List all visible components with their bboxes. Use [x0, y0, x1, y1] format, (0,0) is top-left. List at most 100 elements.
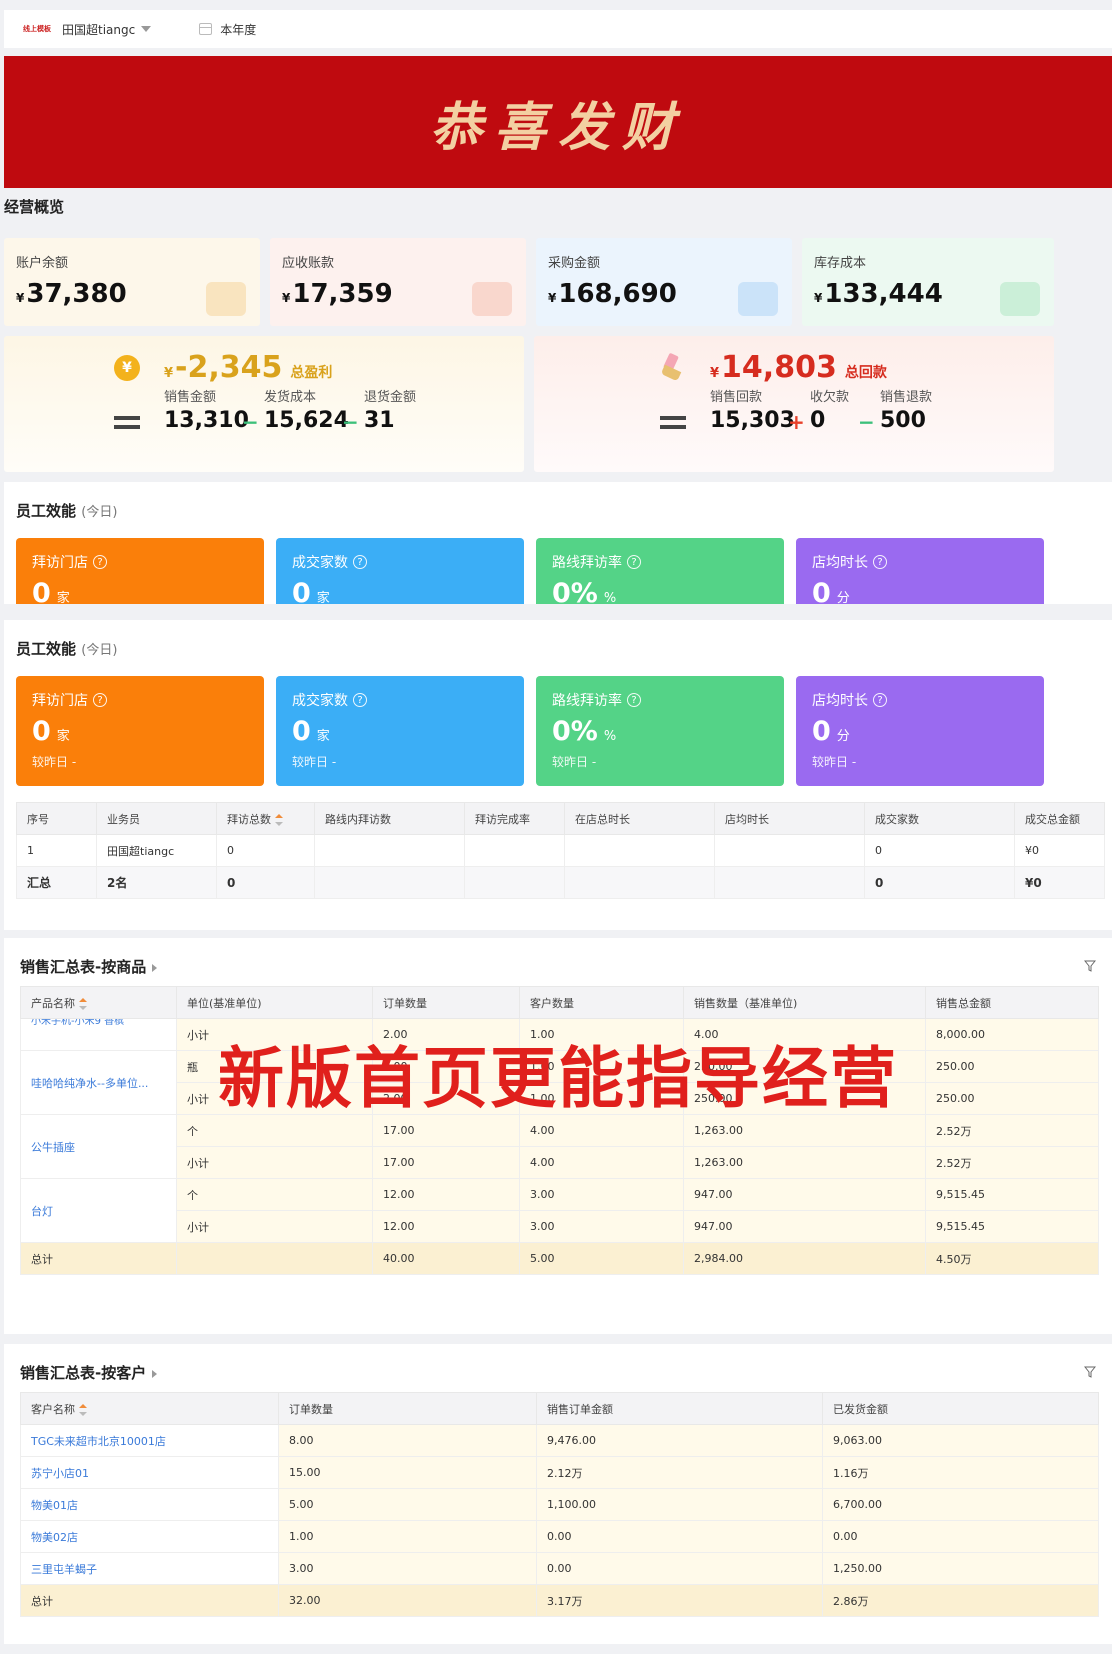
help-icon[interactable]: ? — [627, 693, 641, 707]
banner-text: 恭喜发财 — [429, 96, 686, 158]
table-cell — [564, 866, 715, 899]
shipping-cost-value: 15,624 — [264, 408, 349, 433]
customer-name-link[interactable]: 物美02店 — [20, 1520, 279, 1553]
table-cell: 田国超tiangc — [96, 834, 217, 867]
column-header: 销售数量（基准单位) — [683, 986, 926, 1019]
table-cell: 250.00 — [925, 1050, 1099, 1083]
period-selector[interactable]: 本年度 — [199, 21, 256, 38]
customer-name-link[interactable]: TGC未来超市北京10001店 — [20, 1424, 279, 1457]
sales-by-product-table: 产品名称 单位(基准单位) 订单数量 客户数量 销售数量（基准单位) 销售总金额 小米手机… — [20, 986, 1099, 1275]
staff-metric-card[interactable]: 成交家数? 0 家 — [276, 538, 524, 604]
product-name-link[interactable]: 台灯 — [20, 1178, 177, 1243]
staff-metric-card[interactable]: 店均时长? 0 分 — [796, 538, 1044, 604]
sales-by-customer-title[interactable]: 销售汇总表-按客户 — [20, 1362, 158, 1383]
staff-metric-compare: 较昨日 - — [32, 755, 77, 769]
table-cell: 6,700.00 — [822, 1488, 1099, 1521]
column-header[interactable]: 客户名称 — [20, 1392, 279, 1425]
staff-metric-value: 0分 — [812, 578, 850, 604]
staff-metric-card[interactable]: 成交家数? 0 家较昨日 - — [276, 676, 524, 786]
table-row: 小计 17.00 4.00 1,263.00 2.52万 — [21, 1146, 1099, 1179]
column-header[interactable]: 拜访总数 — [216, 802, 315, 835]
kpi-label: 应收账款 — [282, 256, 335, 271]
return-amount-label: 退货金额 — [364, 390, 417, 405]
staff-metric-title: 成交家数? — [292, 690, 508, 710]
table-cell: 小计 — [176, 1018, 373, 1051]
product-name-link[interactable]: 哇哈哈纯净水--多单位... — [20, 1050, 177, 1115]
kpi-card[interactable]: 账户余额 ¥37,380 — [4, 238, 260, 326]
table-row: 物美01店 5.00 1,100.00 6,700.00 — [20, 1488, 1099, 1521]
user-switcher[interactable]: 田国超tiangc — [62, 21, 152, 38]
staff-metric-title: 路线拜访率? — [552, 690, 768, 710]
table-row: 苏宁小店01 15.00 2.12万 1.16万 — [20, 1456, 1099, 1489]
table-cell: 12.00 — [372, 1210, 520, 1243]
table-cell: 2.00 — [372, 1018, 520, 1051]
table-cell: 瓶 — [176, 1050, 373, 1083]
help-icon[interactable]: ? — [93, 555, 107, 569]
table-cell: 小计 — [176, 1082, 373, 1115]
product-name-link[interactable]: 小米手机-小米9 香槟 — [20, 1018, 177, 1051]
staff-metric-card[interactable]: 路线拜访率? 0%% — [536, 538, 784, 604]
filter-icon[interactable] — [1084, 1366, 1096, 1378]
table-cell: 15.00 — [278, 1456, 537, 1489]
calendar-icon — [199, 23, 213, 35]
table-cell — [464, 866, 565, 899]
table-cell: 总计 — [20, 1584, 279, 1617]
table-cell: 个 — [176, 1114, 373, 1147]
sales-amount-label: 销售金额 — [164, 390, 217, 405]
cart-icon — [738, 282, 778, 316]
sales-amount-value: 13,310 — [164, 408, 249, 433]
staff-metric-value: 0家 — [292, 716, 330, 747]
table-cell: 8,000.00 — [925, 1018, 1099, 1051]
staff-metric-card[interactable]: 路线拜访率? 0%% 较昨日 - — [536, 676, 784, 786]
staff-metric-value: 0家 — [292, 578, 330, 604]
banner: 恭喜发财 — [4, 56, 1112, 188]
table-cell — [464, 834, 565, 867]
sort-icon[interactable] — [79, 997, 87, 1010]
customer-name-link[interactable]: 物美01店 — [20, 1488, 279, 1521]
customer-name-link[interactable]: 三里屯羊蝎子 — [20, 1552, 279, 1585]
minus-sign: − — [342, 410, 359, 434]
table-cell — [564, 834, 715, 867]
kpi-card[interactable]: 应收账款 ¥17,359 — [270, 238, 526, 326]
sales-collection-value: 15,303 — [710, 408, 795, 433]
sales-by-customer-panel: 销售汇总表-按客户 客户名称 订单数量 销售订单金额 已发货金额 TGC未来超市北京1… — [4, 1344, 1112, 1644]
help-icon[interactable]: ? — [353, 555, 367, 569]
staff-metric-card[interactable]: 拜访门店? 0 家较昨日 - — [16, 676, 264, 786]
table-cell — [714, 866, 865, 899]
product-name-link[interactable]: 公牛插座 — [20, 1114, 177, 1179]
sort-icon[interactable] — [275, 813, 283, 826]
money-hand-icon — [472, 282, 512, 316]
table-row: 台灯个 12.00 3.00 947.00 9,515.45 — [20, 1178, 1099, 1243]
table-cell: 1.00 — [278, 1520, 537, 1553]
table-cell: 0.00 — [822, 1520, 1099, 1553]
table-row: 哇哈哈纯净水--多单位... 瓶 2.00 1.00 250.00 250.00 — [20, 1050, 1099, 1115]
help-icon[interactable]: ? — [353, 693, 367, 707]
table-cell: 2.00 — [372, 1082, 520, 1115]
staff-metric-card[interactable]: 店均时长? 0 分较昨日 - — [796, 676, 1044, 786]
sales-refund-label: 销售退款 — [880, 390, 933, 405]
table-cell: 1.00 — [519, 1018, 684, 1051]
column-header[interactable]: 产品名称 — [20, 986, 177, 1019]
staff-metric-card[interactable]: 拜访门店? 0 家 — [16, 538, 264, 604]
sales-by-product-title[interactable]: 销售汇总表-按商品 — [20, 956, 158, 977]
column-header: 拜访完成率 — [464, 802, 565, 835]
sales-by-product-panel: 销售汇总表-按商品 产品名称 单位(基准单位) 订单数量 客户数量 销售数量（基准单位)… — [4, 938, 1112, 1334]
customer-name-link[interactable]: 苏宁小店01 — [20, 1456, 279, 1489]
kpi-card[interactable]: 采购金额 ¥168,690 — [536, 238, 792, 326]
help-icon[interactable]: ? — [627, 555, 641, 569]
filter-icon[interactable] — [1084, 960, 1096, 972]
table-cell: 0 — [864, 834, 1015, 867]
kpi-card[interactable]: 库存成本 ¥133,444 — [802, 238, 1054, 326]
sales-collection-label: 销售回款 — [710, 390, 763, 405]
sort-icon[interactable] — [79, 1403, 87, 1416]
help-icon[interactable]: ? — [873, 555, 887, 569]
table-cell: 2,984.00 — [683, 1242, 926, 1275]
brand-logo: 线上模板 — [23, 25, 51, 33]
profit-panel: ¥ ¥-2,345 总盈利 销售金额 发货成本 退货金额 13,310 − 15… — [4, 336, 524, 472]
chevron-down-icon — [141, 26, 152, 32]
staff-table: 序号 业务员 拜访总数 路线内拜访数 拜访完成率 在店总时长 店均时长 成交家数 成交总金额 1… — [16, 802, 1105, 899]
help-icon[interactable]: ? — [93, 693, 107, 707]
shipping-cost-label: 发货成本 — [264, 390, 317, 405]
help-icon[interactable]: ? — [873, 693, 887, 707]
staff-panel-collapsed: 员工效能 (今日) 拜访门店? 0 家成交家数? 0 家路线拜访率? 0%% 店均时长? 0 分 — [4, 482, 1112, 604]
